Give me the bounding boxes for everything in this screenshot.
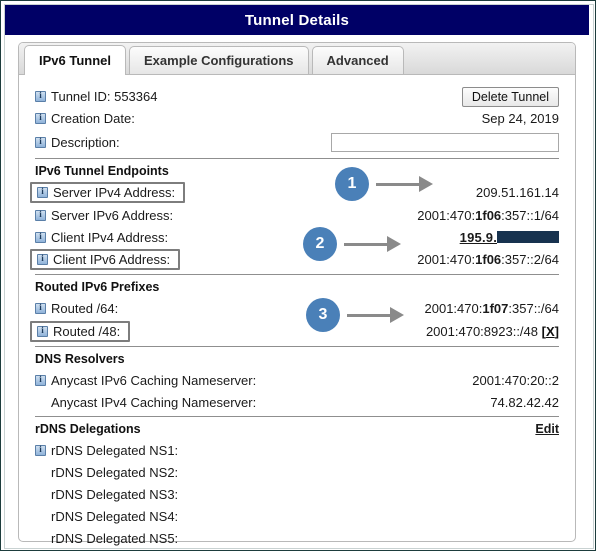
info-icon[interactable] — [37, 324, 48, 337]
section-heading-dns: DNS Resolvers — [35, 350, 559, 368]
info-icon[interactable] — [35, 208, 46, 221]
info-icon[interactable] — [35, 230, 46, 243]
tab-content-ipv6-tunnel: Tunnel ID: 553364 Delete Tunnel Creation… — [19, 75, 575, 549]
window-title-bar: Tunnel Details — [5, 5, 589, 35]
routed-48-delete-link[interactable]: [X] — [542, 324, 559, 339]
row-description: Description: — [35, 129, 559, 155]
description-label: Description: — [51, 134, 120, 150]
prefixes-heading: Routed IPv6 Prefixes — [35, 280, 160, 294]
tab-example-configurations[interactable]: Example Configurations — [129, 46, 309, 74]
tunnel-id-label: Tunnel ID: 553364 — [51, 89, 158, 104]
rdns-ns1-label: rDNS Delegated NS1: — [51, 442, 179, 458]
client-ipv4-label-group: Client IPv4 Address: — [35, 230, 168, 245]
client-ipv4-label: Client IPv4 Address: — [51, 229, 169, 245]
server-ipv4-label-box[interactable]: Server IPv4 Address: — [30, 182, 186, 203]
row-creation-date: Creation Date: Sep 24, 2019 — [35, 108, 559, 129]
client-ipv4-value: 195.9. — [460, 230, 559, 245]
anycast-ipv4-label-group: Anycast IPv4 Caching Nameserver: — [35, 395, 256, 410]
creation-date-value: Sep 24, 2019 — [481, 111, 559, 126]
info-icon[interactable] — [35, 301, 46, 314]
tab-panel: IPv6 Tunnel Example Configurations Advan… — [18, 42, 576, 546]
rdns-ns4-label: rDNS Delegated NS4: — [51, 508, 179, 524]
info-icon[interactable] — [37, 252, 48, 265]
row-rdns-ns5: rDNS Delegated NS5: — [35, 527, 559, 549]
routed-64-value: 2001:470:1f07:357::/64 — [424, 300, 559, 316]
routed-48-value-group: 2001:470:8923::/48 [X] — [426, 324, 559, 339]
row-routed-48: Routed /48: 2001:470:8923::/48 [X] — [30, 319, 559, 343]
client-ipv6-label-box[interactable]: Client IPv6 Address: — [30, 249, 181, 270]
redaction-block — [497, 231, 559, 243]
routed-48-value: 2001:470:8923::/48 — [425, 323, 539, 339]
divider — [35, 416, 559, 417]
info-icon[interactable] — [35, 373, 46, 386]
server-ipv6-label: Server IPv6 Address: — [51, 207, 174, 223]
tunnel-id-label-group: Tunnel ID: 553364 — [35, 89, 157, 104]
row-anycast-ipv4: Anycast IPv4 Caching Nameserver: 74.82.4… — [35, 391, 559, 413]
tab-ipv6-tunnel-label: IPv6 Tunnel — [39, 53, 111, 68]
row-client-ipv4: Client IPv4 Address: 195.9. — [35, 226, 559, 248]
tab-ipv6-tunnel[interactable]: IPv6 Tunnel — [24, 45, 126, 75]
divider — [35, 158, 559, 159]
rdns-heading: rDNS Delegations — [35, 422, 141, 436]
rdns-ns5-label-group: rDNS Delegated NS5: — [35, 531, 178, 546]
client-ipv6-label: Client IPv6 Address: — [53, 252, 171, 267]
row-anycast-ipv6: Anycast IPv6 Caching Nameserver: 2001:47… — [35, 369, 559, 391]
description-label-group: Description: — [35, 135, 120, 150]
row-server-ipv4: Server IPv4 Address: 209.51.161.14 — [30, 181, 559, 204]
info-icon[interactable] — [35, 443, 46, 456]
client-ipv4-value-visible: 195.9. — [459, 229, 497, 245]
delete-tunnel-button[interactable]: Delete Tunnel — [461, 86, 559, 107]
rdns-ns3-label: rDNS Delegated NS3: — [51, 486, 179, 502]
routed-64-label-group: Routed /64: — [35, 301, 118, 316]
row-rdns-ns3: rDNS Delegated NS3: — [35, 483, 559, 505]
dns-heading: DNS Resolvers — [35, 352, 125, 366]
section-heading-endpoints: IPv6 Tunnel Endpoints — [35, 162, 559, 180]
anycast-ipv4-label: Anycast IPv4 Caching Nameserver: — [51, 394, 257, 410]
endpoints-heading: IPv6 Tunnel Endpoints — [35, 164, 169, 178]
row-rdns-ns2: rDNS Delegated NS2: — [35, 461, 559, 483]
tab-advanced[interactable]: Advanced — [311, 46, 404, 74]
divider — [35, 274, 559, 275]
server-ipv6-label-group: Server IPv6 Address: — [35, 208, 173, 223]
routed-48-label-box[interactable]: Routed /48: — [30, 320, 131, 342]
client-ipv6-value: 2001:470:1f06:357::2/64 — [417, 252, 559, 267]
row-routed-64: Routed /64: 2001:470:1f07:357::/64 — [35, 297, 559, 319]
info-icon[interactable] — [37, 185, 48, 198]
info-icon[interactable] — [35, 111, 46, 124]
row-server-ipv6: Server IPv6 Address: 2001:470:1f06:357::… — [35, 204, 559, 226]
row-client-ipv6: Client IPv6 Address: 2001:470:1f06:357::… — [30, 248, 559, 271]
window-frame: Tunnel Details IPv6 Tunnel Example Confi… — [0, 0, 596, 551]
divider — [35, 346, 559, 347]
info-icon[interactable] — [35, 135, 46, 148]
row-rdns-ns1: rDNS Delegated NS1: — [35, 439, 559, 461]
anycast-ipv6-label-group: Anycast IPv6 Caching Nameserver: — [35, 373, 256, 388]
tab-example-configurations-label: Example Configurations — [144, 53, 294, 68]
creation-date-label: Creation Date: — [51, 111, 135, 126]
tab-advanced-label: Advanced — [326, 53, 389, 68]
anycast-ipv4-value: 74.82.42.42 — [490, 394, 559, 410]
section-heading-prefixes: Routed IPv6 Prefixes — [35, 278, 559, 296]
rdns-ns2-label: rDNS Delegated NS2: — [51, 464, 179, 480]
server-ipv6-value: 2001:470:1f06:357::1/64 — [417, 207, 559, 223]
info-icon[interactable] — [35, 89, 46, 102]
rdns-ns3-label-group: rDNS Delegated NS3: — [35, 487, 178, 502]
tab-strip: IPv6 Tunnel Example Configurations Advan… — [19, 43, 575, 75]
rdns-ns2-label-group: rDNS Delegated NS2: — [35, 465, 178, 480]
rdns-ns4-label-group: rDNS Delegated NS4: — [35, 509, 178, 524]
server-ipv4-value: 209.51.161.14 — [475, 185, 559, 200]
anycast-ipv6-value: 2001:470:20::2 — [472, 372, 559, 388]
row-rdns-ns4: rDNS Delegated NS4: — [35, 505, 559, 527]
routed-64-label: Routed /64: — [51, 300, 119, 316]
section-heading-rdns: rDNS Delegations Edit — [35, 420, 559, 438]
server-ipv4-label: Server IPv4 Address: — [53, 185, 176, 200]
rdns-edit-link[interactable]: Edit — [535, 422, 559, 436]
anycast-ipv6-label: Anycast IPv6 Caching Nameserver: — [51, 372, 257, 388]
rdns-ns5-label: rDNS Delegated NS5: — [51, 530, 179, 546]
row-tunnel-id: Tunnel ID: 553364 Delete Tunnel — [35, 85, 559, 108]
rdns-ns1-label-group: rDNS Delegated NS1: — [35, 443, 178, 458]
routed-48-label: Routed /48: — [53, 323, 121, 339]
description-input[interactable] — [331, 132, 559, 152]
page-title: Tunnel Details — [244, 11, 350, 29]
creation-date-label-group: Creation Date: — [35, 111, 135, 126]
